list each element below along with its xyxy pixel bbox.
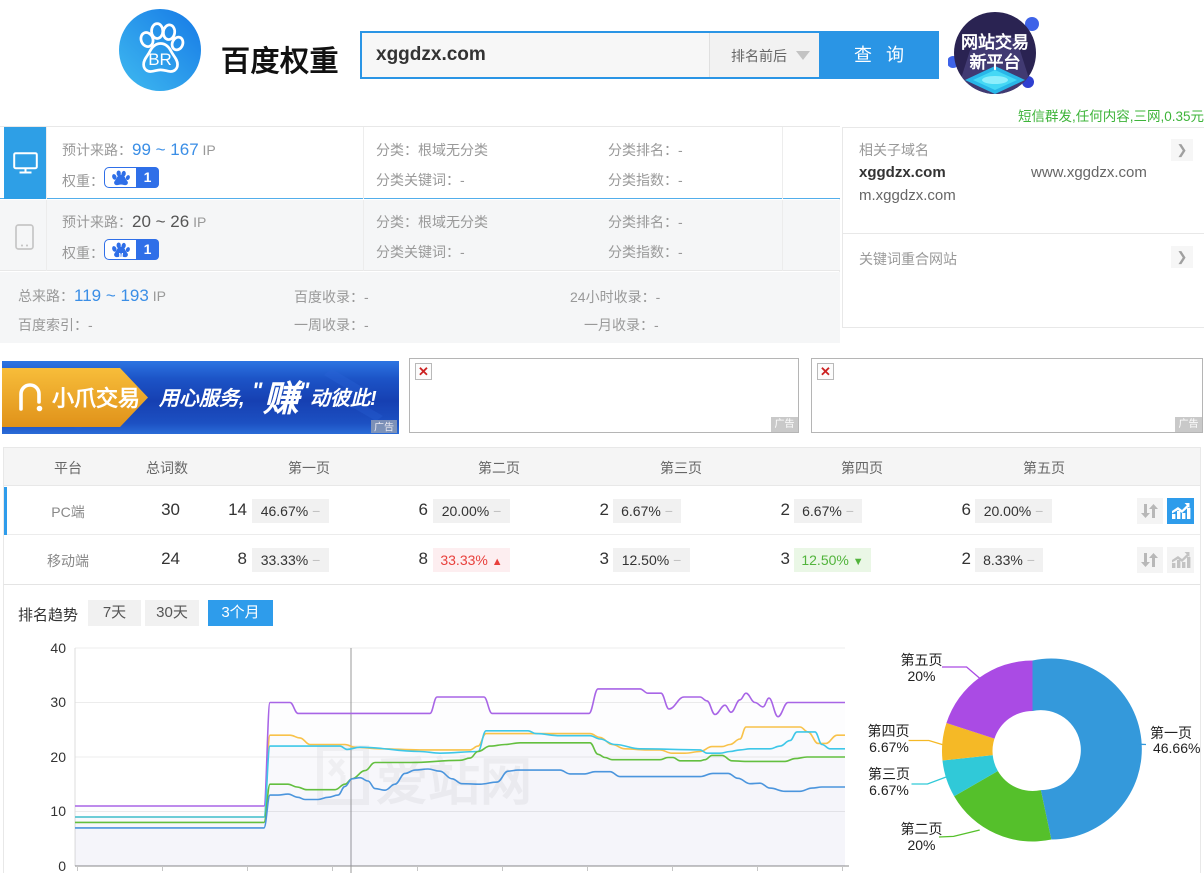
svg-text:第一页: 第一页 — [1150, 725, 1192, 741]
svg-text:M: M — [119, 253, 124, 258]
svg-text:第四页: 第四页 — [868, 723, 910, 739]
svg-text:BR: BR — [148, 50, 172, 69]
svg-text:赚: 赚 — [262, 378, 304, 419]
svg-text:10: 10 — [50, 803, 66, 819]
svg-text:6.67%: 6.67% — [869, 739, 909, 755]
svg-text:广告: 广告 — [374, 421, 394, 434]
svg-text:": " — [299, 378, 310, 403]
svg-text:20: 20 — [50, 749, 66, 765]
svg-text:": " — [252, 378, 263, 403]
svg-text:46.66%: 46.66% — [1153, 740, 1200, 756]
svg-text:小爪交易: 小爪交易 — [52, 386, 140, 411]
svg-text:20%: 20% — [907, 837, 935, 853]
svg-text:网站交易: 网站交易 — [961, 32, 1029, 52]
svg-text:第二页: 第二页 — [901, 821, 943, 837]
svg-text:40: 40 — [50, 640, 66, 656]
svg-text:0: 0 — [58, 858, 66, 873]
svg-text:动彼此!: 动彼此! — [310, 387, 377, 410]
svg-text:第五页: 第五页 — [901, 652, 943, 668]
svg-text:6.67%: 6.67% — [869, 782, 909, 798]
svg-text:新平台: 新平台 — [970, 52, 1021, 72]
svg-text:30: 30 — [50, 694, 66, 710]
svg-text:第三页: 第三页 — [868, 766, 910, 782]
svg-text:用心服务,: 用心服务, — [158, 387, 245, 410]
svg-text:20%: 20% — [907, 668, 935, 684]
